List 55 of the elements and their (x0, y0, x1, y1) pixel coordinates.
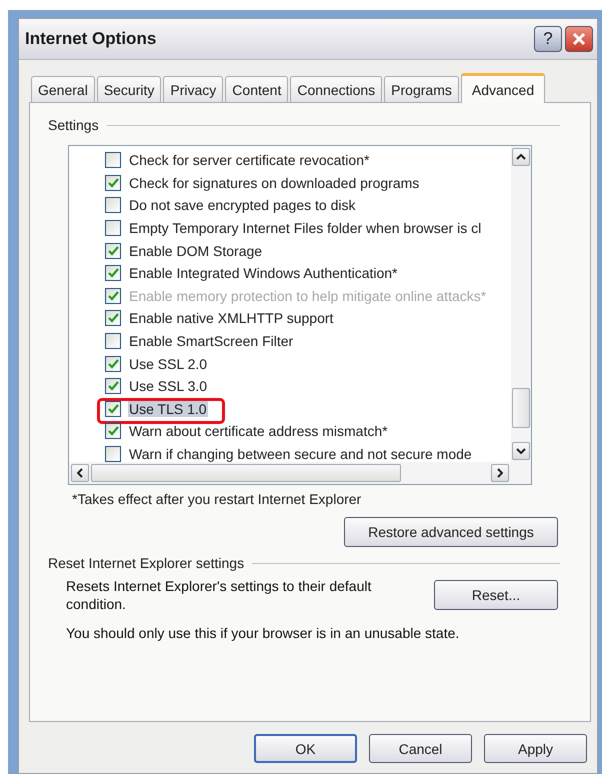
checkbox[interactable] (105, 265, 121, 282)
dialog-button[interactable]: Cancel (369, 734, 472, 763)
scroll-down-icon[interactable] (512, 442, 530, 460)
restore-advanced-settings-button[interactable]: Restore advanced settings (344, 517, 558, 547)
checkbox[interactable] (105, 310, 121, 326)
warning-text: You should only use this if your browser is in an unusable state. (66, 625, 460, 641)
vertical-scrollbar[interactable] (511, 146, 531, 462)
checkbox[interactable] (105, 356, 121, 372)
checkbox[interactable] (105, 220, 121, 236)
checkbox[interactable] (105, 333, 121, 350)
scroll-left-icon[interactable] (71, 464, 89, 482)
setting-label[interactable]: Enable Integrated Windows Authentication* (128, 265, 399, 282)
checkbox[interactable] (105, 197, 121, 214)
group-label: Settings (48, 117, 99, 133)
checkbox[interactable] (105, 152, 121, 168)
footnote-text: *Takes effect after you restart Internet Explorer (72, 491, 362, 507)
checkbox[interactable] (105, 242, 121, 259)
setting-label[interactable]: Use SSL 3.0 (128, 378, 208, 394)
setting-label[interactable]: Warn about certificate address mismatch* (128, 423, 389, 440)
setting-label[interactable]: Empty Temporary Internet Files folder when browser is cl (128, 220, 482, 236)
checkbox[interactable] (105, 446, 121, 462)
tab[interactable]: Security (96, 76, 162, 102)
close-icon (572, 32, 586, 46)
tab[interactable]: Privacy (163, 76, 224, 102)
setting-label[interactable]: Enable DOM Storage (128, 242, 264, 259)
setting-label[interactable]: Warn if changing between secure and not secure mode (128, 446, 473, 462)
horizontal-scrollbar[interactable] (69, 462, 531, 484)
tab[interactable]: Advanced (460, 73, 546, 103)
setting-label[interactable]: Use SSL 2.0 (128, 356, 208, 372)
tab[interactable]: Content (225, 76, 288, 102)
reset-description: Resets Internet Explorer's settings to their default condition. (66, 577, 372, 613)
scroll-thumb[interactable] (512, 388, 530, 428)
dialog-button[interactable]: OK (254, 734, 357, 763)
tab[interactable]: General (31, 76, 95, 102)
setting-label[interactable]: Do not save encrypted pages to disk (128, 197, 356, 214)
scroll-right-icon[interactable] (491, 464, 509, 482)
setting-label[interactable]: Enable SmartScreen Filter (128, 333, 294, 350)
scroll-thumb[interactable] (91, 464, 401, 482)
window-title: Internet Options (25, 29, 156, 49)
help-button[interactable]: ? (534, 26, 562, 52)
tab[interactable]: Programs (384, 76, 459, 102)
checkbox[interactable] (105, 378, 121, 394)
group-label: Reset Internet Explorer settings (48, 555, 244, 571)
setting-label[interactable]: Enable native XMLHTTP support (128, 310, 334, 326)
close-button[interactable] (565, 26, 593, 52)
scroll-up-icon[interactable] (512, 148, 530, 166)
checkbox[interactable] (105, 400, 121, 417)
reset-button[interactable]: Reset... (434, 580, 558, 610)
dialog-button[interactable]: Apply (484, 734, 587, 763)
checkbox[interactable] (105, 423, 121, 440)
setting-label[interactable]: Use TLS 1.0 (128, 400, 208, 417)
setting-label[interactable]: Check for server certificate revocation* (128, 152, 370, 168)
checkbox[interactable] (105, 174, 121, 191)
tab[interactable]: Connections (290, 76, 382, 102)
setting-label[interactable]: Check for signatures on downloaded programs (128, 174, 420, 191)
